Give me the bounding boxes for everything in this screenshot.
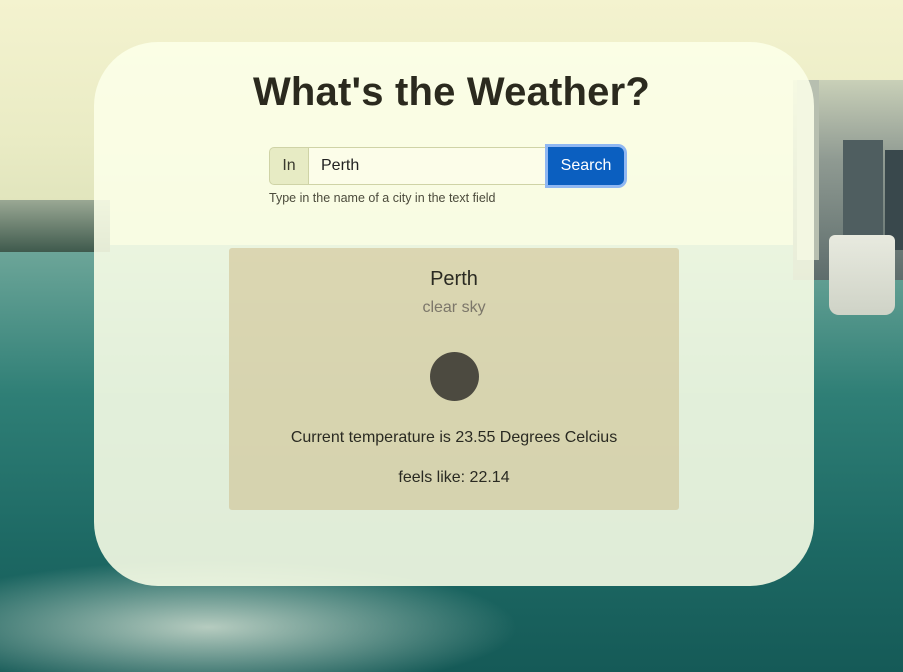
search-prefix-label: In bbox=[269, 147, 308, 185]
background-ship bbox=[829, 235, 895, 315]
weather-description: clear sky bbox=[422, 299, 486, 316]
background-tower bbox=[843, 140, 883, 250]
weather-city-name: Perth bbox=[430, 268, 478, 290]
weather-card: Perth clear sky Current temperature is 2… bbox=[229, 248, 679, 510]
search-button[interactable]: Search bbox=[548, 147, 624, 185]
search-hint: Type in the name of a city in the text f… bbox=[269, 191, 496, 205]
page-title: What's the Weather? bbox=[252, 70, 651, 114]
weather-icon bbox=[430, 352, 479, 401]
city-search-input[interactable] bbox=[308, 147, 548, 185]
search-form: In Search bbox=[269, 147, 639, 185]
current-temperature: Current temperature is 23.55 Degrees Cel… bbox=[290, 429, 618, 446]
feels-like-temperature: feels like: 22.14 bbox=[398, 469, 510, 486]
